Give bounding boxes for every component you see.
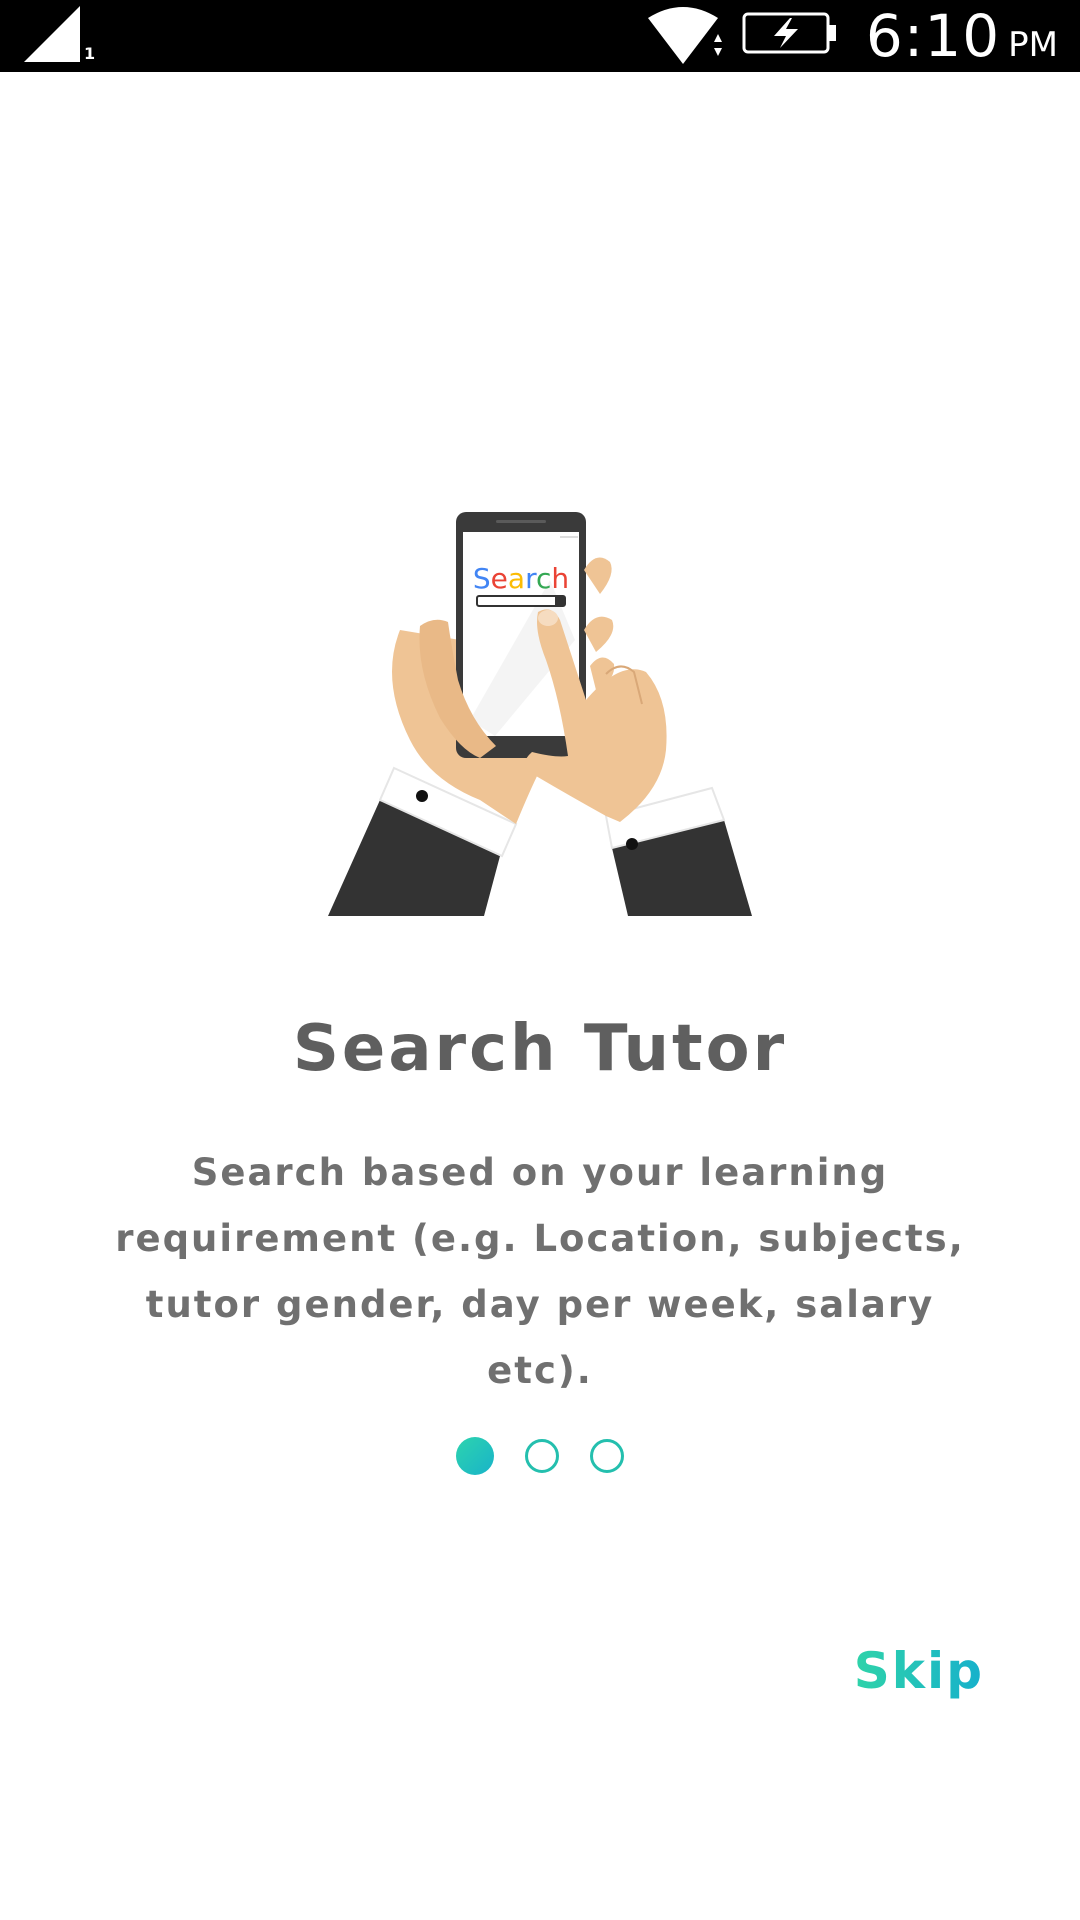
battery-charging-icon [742, 12, 836, 54]
page-dot-1[interactable] [456, 1437, 494, 1475]
clock-time: 6:10 [865, 2, 1001, 70]
onboarding-title: Search Tutor [292, 1012, 788, 1086]
page-indicator [456, 1436, 624, 1476]
onboarding-description: Search based on your learning requiremen… [100, 1140, 980, 1404]
status-clock: 6:10 PM [866, 2, 1058, 70]
description-line: Search based on your learning [191, 1151, 889, 1194]
illustration-search-text: Search [473, 562, 569, 595]
page-dot-2[interactable] [525, 1439, 559, 1473]
clock-ampm: PM [1008, 25, 1058, 65]
wifi-icon [648, 7, 722, 64]
cell-signal-icon [24, 6, 80, 62]
status-bar: 1 6:10 PM [0, 0, 1080, 72]
description-line: requirement (e.g. Location, subjects, [115, 1217, 965, 1260]
page-dot-3[interactable] [590, 1439, 624, 1473]
onboarding-screen: 1 6:10 PM Search Search Tutor Search bas… [0, 0, 1080, 1920]
skip-button[interactable]: Skip [854, 1642, 984, 1700]
sim-index-label: 1 [84, 44, 96, 63]
hands-phone-search-illustration: Search [328, 512, 752, 916]
description-line: tutor gender, day per week, salary etc). [145, 1283, 935, 1392]
